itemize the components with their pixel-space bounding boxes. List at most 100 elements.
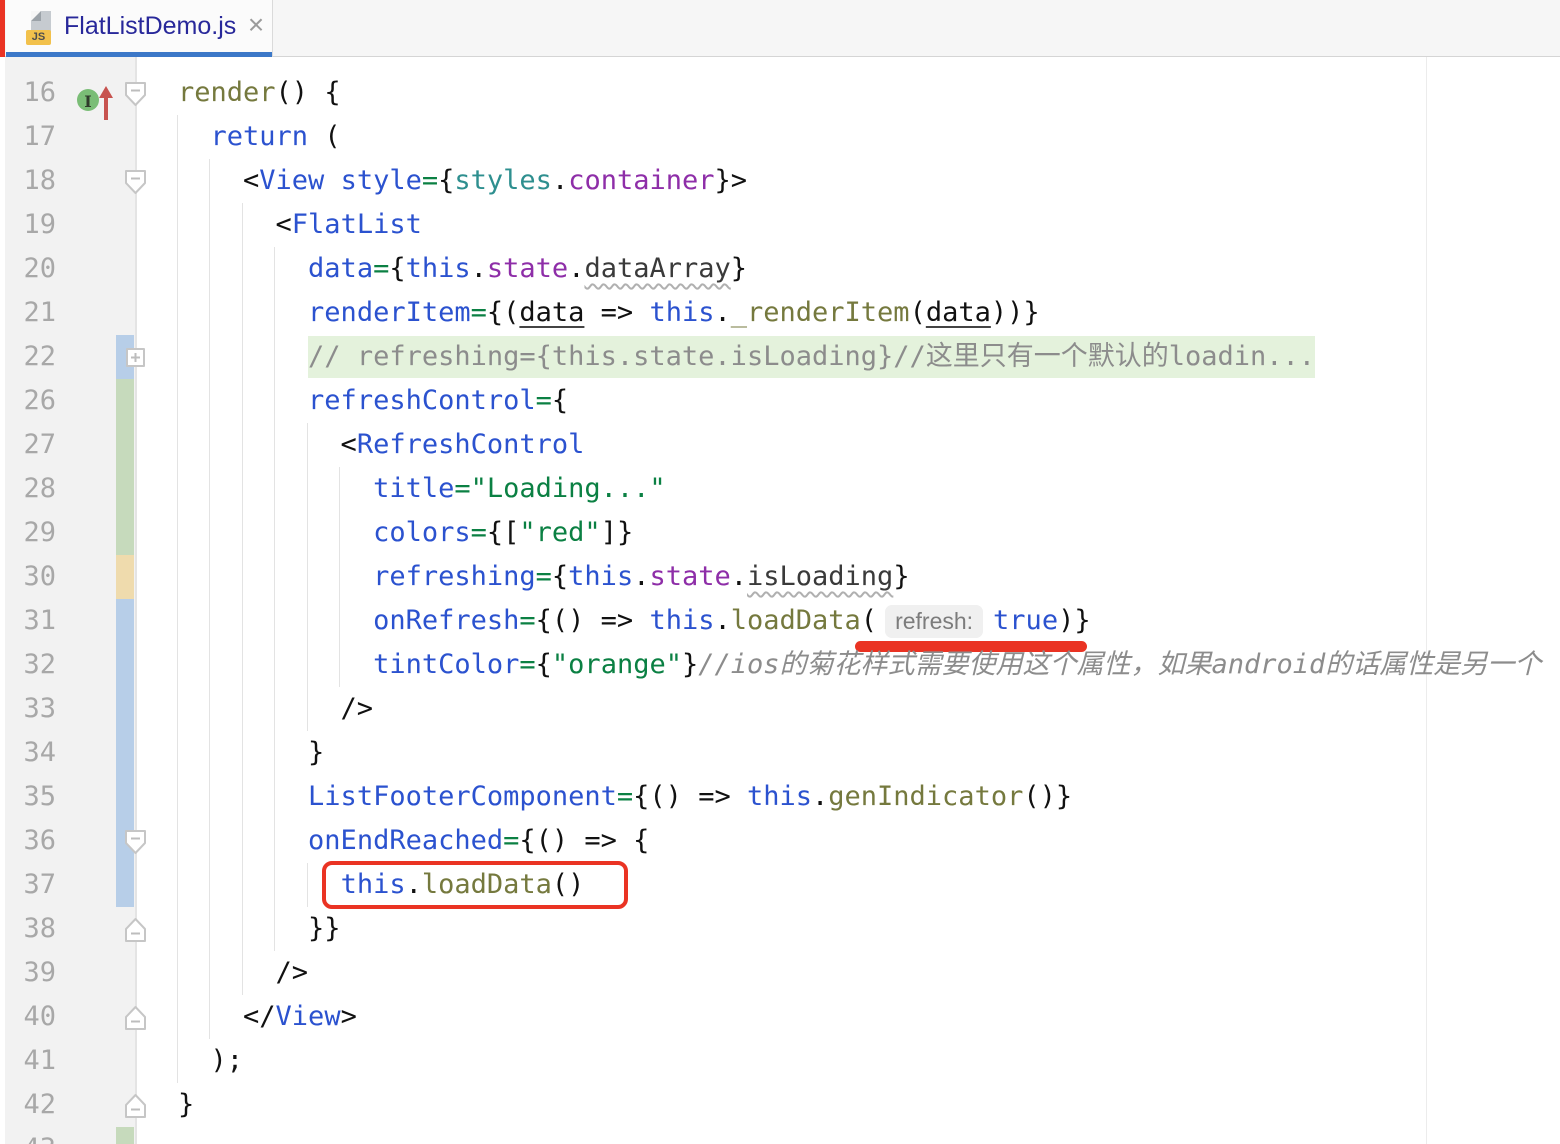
- code-line[interactable]: );: [0, 1039, 1560, 1083]
- code-token: data: [308, 253, 374, 284]
- fold-marker-icon[interactable]: [124, 81, 147, 107]
- code-line[interactable]: return (: [0, 115, 1560, 159]
- folded-region[interactable]: // refreshing={this.state.isLoading}//这里…: [308, 336, 1316, 378]
- code-token: );: [178, 1045, 244, 1076]
- fold-marker-icon[interactable]: [124, 345, 147, 371]
- tab-title: FlatListDemo.js: [64, 12, 237, 40]
- code-token: title: [373, 473, 455, 504]
- fold-marker-icon[interactable]: [124, 1005, 147, 1031]
- code-token: //ios的菊花样式需要使用这个属性，如果android的话属性是另一个: [698, 649, 1542, 680]
- code-line[interactable]: }: [0, 1083, 1560, 1127]
- code-token: render: [178, 77, 276, 108]
- tab-flatlistdemo[interactable]: JS FlatListDemo.js ×: [6, 0, 273, 57]
- code-token: {: [438, 165, 455, 196]
- code-line[interactable]: this.loadData(): [0, 861, 1560, 909]
- code-token: <: [178, 165, 260, 196]
- code-token: =: [519, 649, 536, 680]
- code-area[interactable]: render() { return ( <View style={styles.…: [0, 71, 1560, 1127]
- code-token: ))}: [990, 297, 1040, 328]
- tab-close-icon[interactable]: ×: [239, 0, 273, 52]
- code-token: =: [616, 781, 634, 812]
- code-token: .: [812, 781, 829, 812]
- code-token: styles: [454, 165, 552, 196]
- code-token: this: [568, 561, 634, 592]
- code-line[interactable]: colors={["red"]}: [0, 511, 1560, 555]
- code-token: =: [470, 297, 487, 328]
- code-line[interactable]: ListFooterComponent={() => this.genIndic…: [0, 775, 1560, 819]
- code-line[interactable]: data={this.state.dataArray}: [0, 247, 1560, 291]
- code-line[interactable]: title="Loading...": [0, 467, 1560, 511]
- code-token: genIndicator: [828, 781, 1024, 812]
- code-token: =: [519, 605, 536, 636]
- test-run-icon[interactable]: I: [76, 82, 118, 122]
- code-line[interactable]: }}: [0, 907, 1560, 951]
- code-token: tintColor: [373, 649, 520, 680]
- tab-bar: JS FlatListDemo.js ×: [0, 0, 1560, 57]
- code-token: "Loading...": [470, 473, 666, 504]
- js-file-icon-badge: JS: [26, 30, 51, 45]
- code-token: {() =>: [633, 781, 747, 812]
- code-line[interactable]: refreshing={this.state.isLoading}: [0, 555, 1560, 599]
- code-token: onRefresh: [373, 605, 520, 636]
- fold-marker-icon[interactable]: [124, 169, 147, 195]
- code-line[interactable]: <View style={styles.container}>: [0, 159, 1560, 203]
- code-token: {: [551, 561, 569, 592]
- code-line[interactable]: }: [0, 731, 1560, 775]
- code-line[interactable]: refreshControl={: [0, 379, 1560, 423]
- editor: 16 17 18 19 20 21 22 26 27 28 29 30 31 32 33 34 35 36 37 38…: [0, 57, 1560, 1144]
- code-line[interactable]: // refreshing={this.state.isLoading}//这里…: [0, 335, 1560, 379]
- code-line[interactable]: <RefreshControl: [0, 423, 1560, 467]
- code-line[interactable]: renderItem={(data => this._renderItem(da…: [0, 291, 1560, 335]
- code-token: this: [649, 297, 715, 328]
- vcs-change-strip: [116, 1127, 134, 1144]
- code-token: .: [714, 605, 731, 636]
- code-line[interactable]: onRefresh={() => this.loadData(refresh: t…: [0, 599, 1560, 652]
- code-token: {() => {: [519, 825, 650, 856]
- code-token: isLoading: [747, 561, 894, 592]
- code-token: />: [178, 693, 374, 724]
- code-line[interactable]: render() {: [0, 71, 1560, 115]
- code-token: (: [909, 297, 926, 328]
- partial-line: 43: [0, 1127, 400, 1144]
- code-token: />: [178, 957, 309, 988]
- code-token: .: [568, 253, 585, 284]
- code-line[interactable]: onEndReached={() => {: [0, 819, 1560, 863]
- code-token: "red": [519, 517, 601, 548]
- code-token: FlatList: [291, 209, 422, 240]
- code-token: >: [340, 1001, 357, 1032]
- code-token: {: [551, 385, 569, 416]
- code-token: =: [470, 517, 487, 548]
- code-token: state: [486, 253, 569, 284]
- code-token: true: [993, 605, 1059, 636]
- fold-marker-icon[interactable]: [124, 829, 147, 855]
- inlay-hint: refresh:: [885, 605, 984, 638]
- code-line[interactable]: />: [0, 951, 1560, 995]
- code-token: ()}: [1023, 781, 1073, 812]
- svg-text:I: I: [84, 92, 91, 111]
- code-line[interactable]: </View>: [0, 995, 1560, 1039]
- code-line[interactable]: <FlatList: [0, 203, 1560, 247]
- code-token: "orange": [551, 649, 682, 680]
- fold-marker-icon[interactable]: [124, 917, 147, 943]
- code-token: }>: [714, 165, 748, 196]
- code-token: =: [503, 825, 520, 856]
- code-token: this: [746, 781, 812, 812]
- code-token: // refreshing={this.state.isLoading}//这里…: [308, 341, 1316, 372]
- fold-marker-icon[interactable]: [124, 1093, 147, 1119]
- code-token: this: [649, 605, 715, 636]
- code-token: }: [681, 649, 699, 680]
- code-line[interactable]: />: [0, 687, 1560, 731]
- partial-line-number: 43: [0, 1127, 56, 1144]
- code-token: loadData: [730, 605, 861, 636]
- code-token: =>: [584, 297, 650, 328]
- code-line[interactable]: tintColor={"orange"}//ios的菊花样式需要使用这个属性，如…: [0, 643, 1560, 687]
